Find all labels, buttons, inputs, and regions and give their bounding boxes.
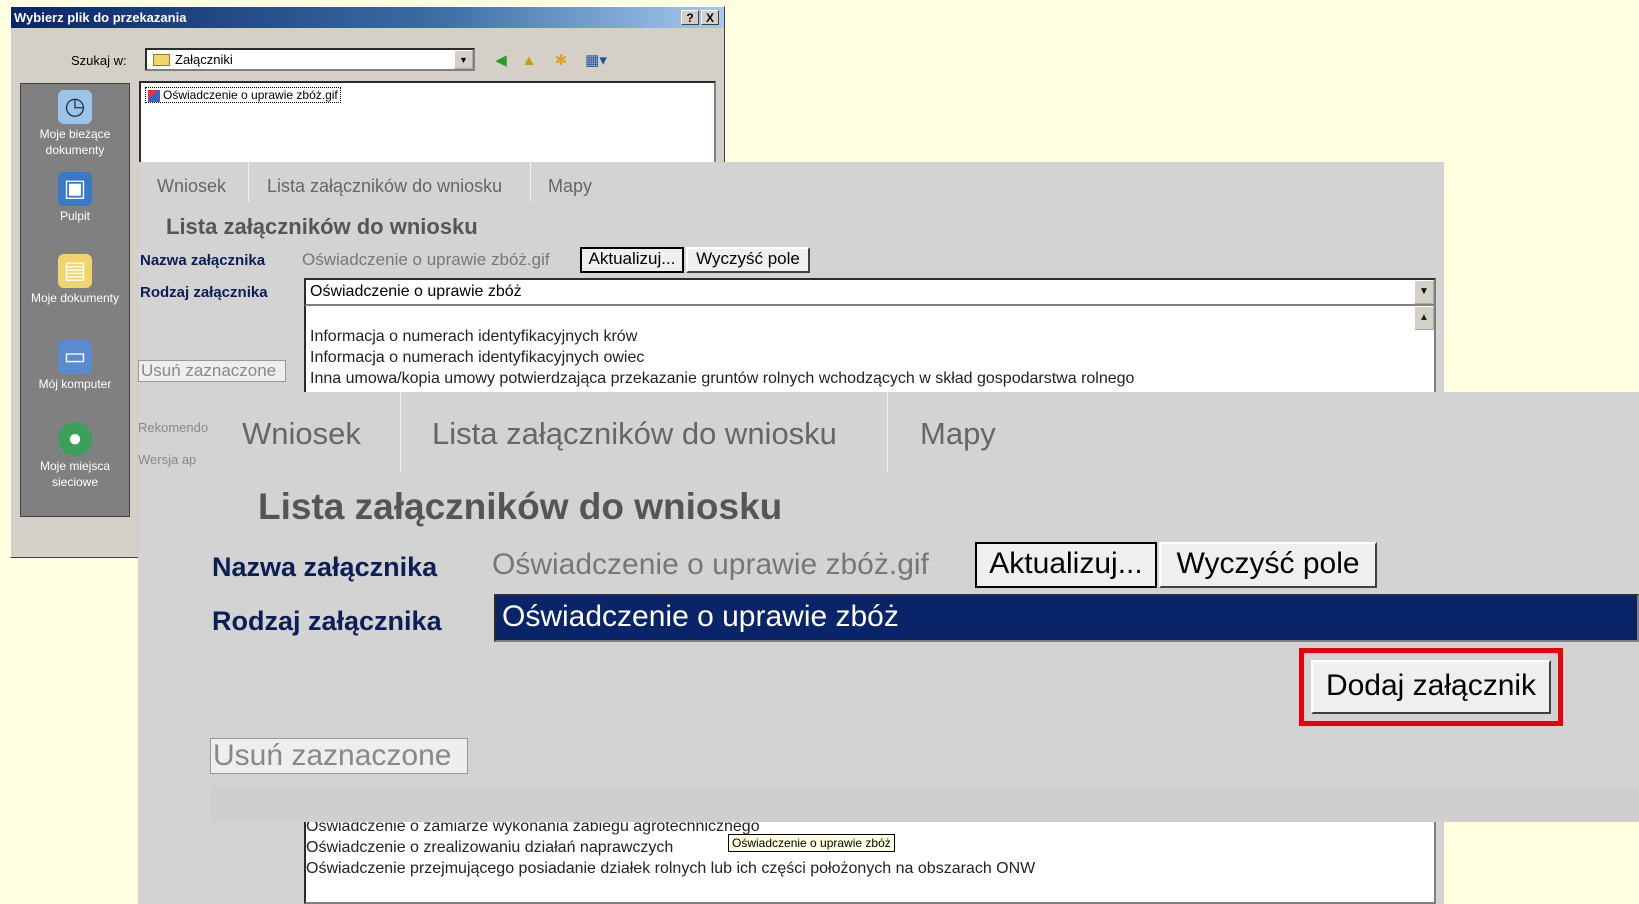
remove-selected-button[interactable]: Usuń zaznaczone bbox=[138, 360, 286, 382]
view-menu-icon[interactable]: ▦▾ bbox=[581, 51, 611, 71]
tab-separator bbox=[887, 392, 888, 472]
scroll-up-icon[interactable]: ▲ bbox=[1414, 306, 1434, 330]
network-places-icon: ● bbox=[58, 422, 92, 456]
tab-mapy[interactable]: Mapy bbox=[548, 176, 592, 197]
place-desktop[interactable]: ▣ Pulpit bbox=[21, 172, 129, 224]
zoomed-attachments-panel: Wniosek Lista załączników do wniosku Map… bbox=[210, 392, 1639, 822]
places-bar: ◷ Moje bieżące dokumenty ▣ Pulpit ▤ Moje… bbox=[20, 83, 130, 517]
place-label: Mój komputer bbox=[38, 377, 112, 391]
list-item[interactable]: Oświadczenie przejmującego posiadanie dz… bbox=[306, 858, 1035, 879]
list-item[interactable]: Inna umowa/kopia umowy potwierdzająca pr… bbox=[310, 368, 1134, 389]
new-folder-icon[interactable]: ✱ bbox=[551, 51, 571, 71]
type-select[interactable]: Oświadczenie o uprawie zbóż ▼ bbox=[304, 278, 1436, 306]
folder-icon bbox=[153, 54, 170, 66]
add-attachment-highlight: Dodaj załącznik bbox=[1299, 648, 1563, 726]
name-label: Nazwa załącznika bbox=[140, 252, 266, 269]
footer: Rekomendo Wersja ap bbox=[138, 412, 208, 476]
file-name: Oświadczenie o uprawie zbóż.gif bbox=[163, 88, 338, 102]
place-network[interactable]: ● Moje miejsca sieciowe bbox=[21, 422, 129, 490]
dialog-title: Wybierz plik do przekazania bbox=[14, 10, 187, 25]
back-icon[interactable]: ◀ bbox=[491, 51, 511, 71]
update-button[interactable]: Aktualizuj... bbox=[580, 247, 684, 273]
tab-separator bbox=[400, 392, 401, 472]
type-select-value: Oświadczenie o uprawie zbóż bbox=[502, 600, 899, 633]
name-label: Nazwa załącznika bbox=[212, 552, 438, 582]
type-label: Rodzaj załącznika bbox=[212, 606, 442, 636]
tab-lista-zalacznikow[interactable]: Lista załączników do wniosku bbox=[432, 416, 837, 452]
list-item[interactable]: Informacja o numerach identyfikacyjnych … bbox=[310, 326, 1134, 347]
add-attachment-button[interactable]: Dodaj załącznik bbox=[1311, 660, 1551, 714]
recent-documents-icon: ◷ bbox=[58, 90, 92, 124]
page-title: Lista załączników do wniosku bbox=[258, 486, 783, 527]
lower-options-list: Oświadczenie o zamiarze wykonania zabieg… bbox=[306, 816, 1035, 879]
type-select-value: Oświadczenie o uprawie zbóż bbox=[310, 283, 522, 300]
list-item[interactable]: Informacja o numerach identyfikacyjnych … bbox=[310, 347, 1134, 368]
file-list[interactable]: Oświadczenie o uprawie zbóż.gif bbox=[139, 81, 716, 167]
clear-button[interactable]: Wyczyść pole bbox=[686, 247, 810, 273]
file-item[interactable]: Oświadczenie o uprawie zbóż.gif bbox=[145, 87, 341, 103]
footer-line: Rekomendo bbox=[138, 420, 209, 435]
tab-separator bbox=[530, 162, 531, 202]
gif-file-icon bbox=[148, 89, 160, 102]
help-button[interactable]: ? bbox=[681, 10, 699, 25]
name-value: Oświadczenie o uprawie zbóż.gif bbox=[302, 250, 550, 269]
update-button[interactable]: Aktualizuj... bbox=[975, 542, 1157, 588]
type-select[interactable]: Oświadczenie o uprawie zbóż bbox=[494, 594, 1639, 642]
place-label: Pulpit bbox=[59, 209, 91, 223]
name-value: Oświadczenie o uprawie zbóż.gif bbox=[492, 548, 929, 581]
dialog-title-bar[interactable]: Wybierz plik do przekazania ? X bbox=[11, 7, 724, 28]
lookin-label: Szukaj w: bbox=[71, 53, 127, 68]
list-item[interactable]: Oświadczenie o zrealizowaniu działań nap… bbox=[306, 837, 1035, 858]
place-label: Moje dokumenty bbox=[30, 291, 120, 305]
tab-wniosek[interactable]: Wniosek bbox=[157, 176, 226, 197]
lookin-value: Załączniki bbox=[175, 52, 233, 67]
up-folder-icon[interactable]: ▲ bbox=[519, 51, 539, 71]
tab-lista-zalacznikow[interactable]: Lista załączników do wniosku bbox=[267, 176, 502, 197]
place-my-documents[interactable]: ▤ Moje dokumenty bbox=[21, 254, 129, 306]
clear-button[interactable]: Wyczyść pole bbox=[1159, 542, 1377, 588]
my-computer-icon: ▭ bbox=[58, 340, 92, 374]
place-my-computer[interactable]: ▭ Mój komputer bbox=[21, 340, 129, 392]
chevron-down-icon[interactable]: ▼ bbox=[1414, 280, 1434, 304]
chevron-down-icon[interactable]: ▼ bbox=[454, 50, 473, 69]
type-label: Rodzaj załącznika bbox=[140, 284, 268, 301]
my-documents-icon: ▤ bbox=[58, 254, 92, 288]
desktop-icon: ▣ bbox=[58, 172, 92, 206]
tab-wniosek[interactable]: Wniosek bbox=[242, 416, 361, 452]
lookin-dropdown[interactable]: Załączniki ▼ bbox=[145, 48, 475, 71]
place-label: Moje miejsca sieciowe bbox=[39, 459, 111, 489]
place-label: Moje bieżące dokumenty bbox=[39, 127, 111, 157]
tab-mapy[interactable]: Mapy bbox=[920, 416, 996, 452]
tooltip: Oświadczenie o uprawie zbóż bbox=[728, 834, 895, 852]
footer-line: Wersja ap bbox=[138, 452, 197, 467]
remove-selected-button[interactable]: Usuń zaznaczone bbox=[210, 738, 468, 774]
place-recent[interactable]: ◷ Moje bieżące dokumenty bbox=[21, 90, 129, 158]
tab-separator bbox=[248, 162, 249, 202]
page-title: Lista załączników do wniosku bbox=[166, 214, 478, 239]
divider bbox=[210, 786, 1639, 822]
close-button[interactable]: X bbox=[701, 10, 719, 25]
